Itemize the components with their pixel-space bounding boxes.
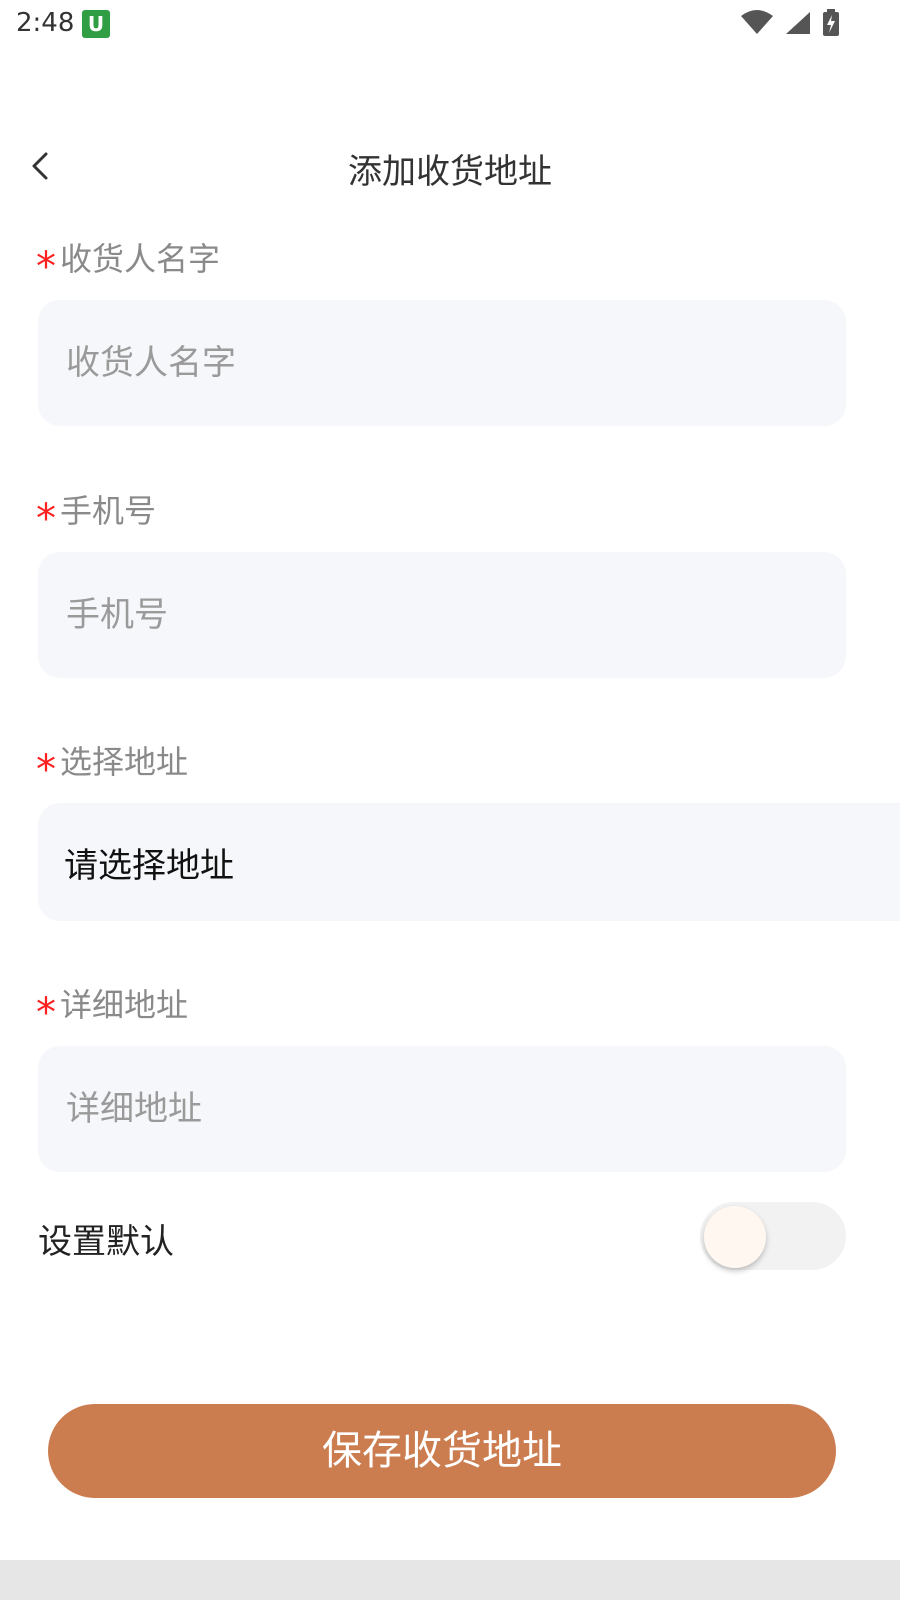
status-bar: 2:48 U: [0, 0, 900, 48]
detail-label-text: 详细地址: [60, 986, 189, 1024]
name-field: [38, 300, 846, 426]
required-mark: *: [36, 244, 56, 290]
save-address-button[interactable]: 保存收货地址: [48, 1404, 836, 1498]
app-notification-icon: U: [82, 10, 110, 38]
bottom-bar: [0, 1560, 900, 1600]
detail-field: [38, 1046, 846, 1172]
wifi-icon: [741, 10, 773, 34]
detail-address-input[interactable]: [64, 1088, 846, 1130]
page-title: 添加收货地址: [348, 152, 552, 192]
region-select-value: 请选择地址: [64, 845, 234, 886]
required-mark: *: [36, 990, 56, 1036]
default-label: 设置默认: [38, 1222, 174, 1262]
status-time: 2:48: [16, 8, 75, 38]
phone-input[interactable]: [64, 594, 846, 636]
battery-charging-icon: [823, 9, 839, 36]
region-label: * 选择地址: [36, 737, 188, 793]
name-label-text: 收货人名字: [60, 240, 221, 278]
signal-icon: [786, 12, 810, 34]
phone-field: [38, 552, 846, 678]
phone-label: * 手机号: [36, 486, 156, 542]
detail-label: * 详细地址: [36, 980, 188, 1036]
region-label-text: 选择地址: [60, 743, 189, 781]
default-toggle[interactable]: [700, 1202, 846, 1270]
status-icons: [740, 8, 840, 38]
required-mark: *: [36, 496, 56, 542]
region-select[interactable]: 请选择地址: [38, 803, 900, 921]
toggle-knob: [704, 1206, 766, 1268]
header: 添加收货地址: [0, 130, 900, 206]
name-input[interactable]: [64, 342, 846, 384]
required-mark: *: [36, 747, 56, 793]
name-label: * 收货人名字: [36, 234, 220, 290]
phone-label-text: 手机号: [60, 492, 157, 530]
